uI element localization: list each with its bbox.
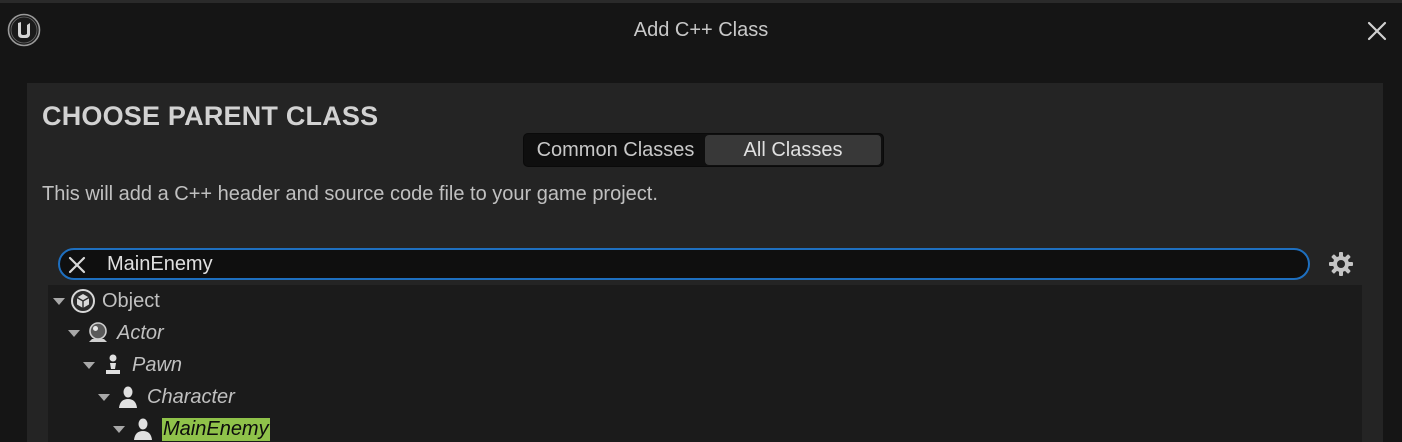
expand-arrow-icon[interactable]	[97, 390, 111, 404]
window-title: Add C++ Class	[633, 19, 769, 41]
tab-all-classes[interactable]: All Classes	[704, 135, 881, 165]
tree-node-label: Character	[147, 385, 235, 408]
panel-heading: CHOOSE PARENT CLASS	[42, 101, 379, 131]
object-icon	[71, 289, 95, 313]
actor-icon	[89, 322, 107, 342]
panel-description: This will add a C++ header and source co…	[42, 183, 658, 205]
tree-node-mainenemy[interactable]: MainEnemy	[112, 413, 270, 442]
tree-node-label: Actor	[117, 321, 164, 344]
clear-search-icon[interactable]	[66, 254, 88, 276]
expand-arrow-icon[interactable]	[112, 422, 126, 436]
expand-arrow-icon[interactable]	[82, 358, 96, 372]
tree-node-label-highlighted: MainEnemy	[162, 417, 270, 441]
tree-node-label: Pawn	[132, 353, 183, 376]
gear-icon[interactable]	[1327, 250, 1355, 278]
pawn-icon	[106, 354, 120, 374]
character-icon	[119, 386, 137, 408]
search-input[interactable]	[107, 252, 1287, 276]
add-cpp-class-window: Add C++ Class CHOOSE PARENT CLASS Common…	[0, 0, 1402, 442]
character-icon	[134, 418, 152, 440]
tree-node-actor[interactable]: Actor	[67, 317, 164, 349]
tree-node-object[interactable]: Object	[52, 285, 160, 317]
expand-arrow-icon[interactable]	[52, 294, 66, 308]
tree-node-label: Object	[102, 289, 160, 312]
choose-parent-class-panel: CHOOSE PARENT CLASS Common Classes All C…	[27, 83, 1383, 442]
title-bar: Add C++ Class	[0, 3, 1402, 59]
tree-node-character[interactable]: Character	[97, 381, 235, 413]
tab-common-classes[interactable]: Common Classes	[526, 135, 705, 165]
class-filter-tabs: Common Classes All Classes	[523, 133, 884, 167]
expand-arrow-icon[interactable]	[67, 326, 81, 340]
class-search-box	[58, 248, 1310, 280]
close-icon[interactable]	[1366, 20, 1388, 42]
tree-node-pawn[interactable]: Pawn	[82, 349, 182, 381]
class-tree: Object Actor Pawn Character MainEnemy	[48, 285, 1362, 442]
